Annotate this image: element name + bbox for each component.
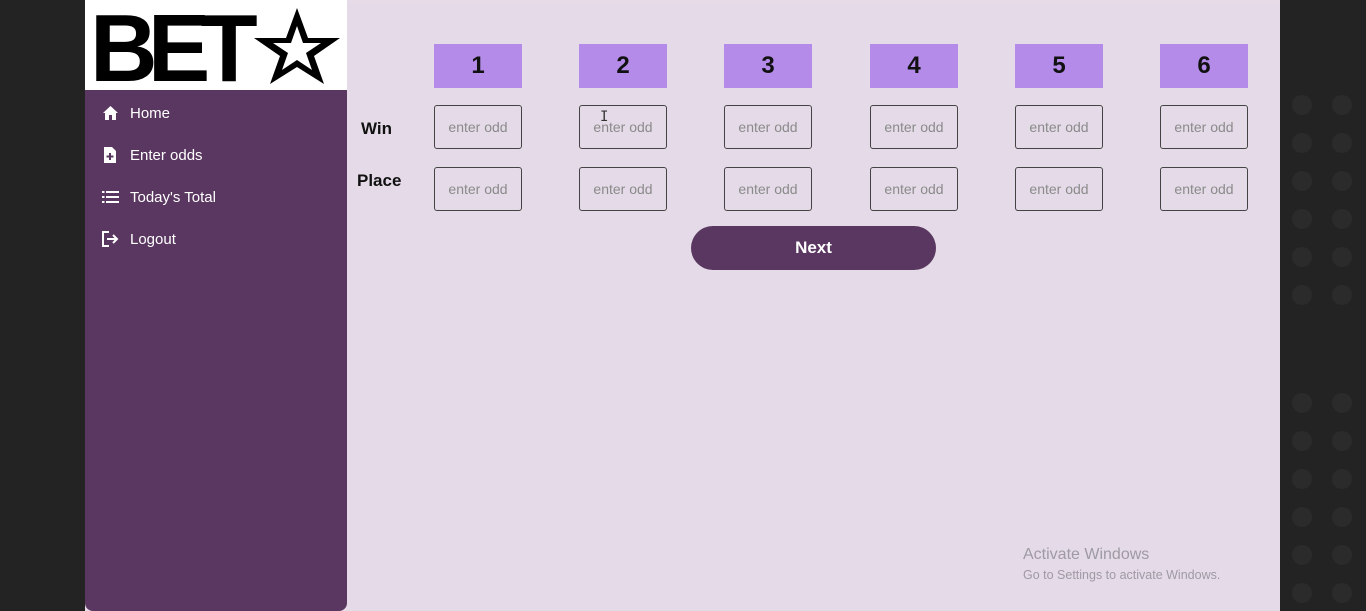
odds-panel: 1 2 3 4 5 6 Win Place Next I Activate Wi… — [347, 3, 1280, 611]
row-label-place: Place — [357, 171, 402, 190]
win-odd-input-6[interactable] — [1160, 105, 1248, 149]
place-odd-input-4[interactable] — [870, 167, 958, 211]
place-odd-input-5[interactable] — [1015, 167, 1103, 211]
sidebar: BET Home Enter odds Today's Total Logout — [85, 0, 347, 611]
win-odd-input-4[interactable] — [870, 105, 958, 149]
list-icon — [101, 188, 119, 206]
place-odd-input-2[interactable] — [579, 167, 667, 211]
sidebar-item-label: Logout — [130, 230, 176, 248]
win-odd-input-3[interactable] — [724, 105, 812, 149]
row-label-win: Win — [361, 119, 393, 138]
sidebar-item-logout[interactable]: Logout — [85, 218, 347, 260]
column-header-2: 2 — [579, 44, 667, 88]
windows-activation-watermark: Activate Windows Go to Settings to activ… — [1023, 546, 1220, 582]
sidebar-item-label: Today's Total — [130, 188, 216, 206]
column-header-3: 3 — [724, 44, 812, 88]
text-cursor-icon: I — [600, 109, 609, 125]
logo-text: BET — [90, 4, 257, 86]
watermark-title: Activate Windows — [1023, 546, 1150, 563]
background-window-right — [1280, 0, 1366, 611]
sidebar-item-todays-total[interactable]: Today's Total — [85, 176, 347, 218]
sidebar-nav: Home Enter odds Today's Total Logout — [85, 92, 347, 260]
column-header-5: 5 — [1015, 44, 1103, 88]
sidebar-item-label: Enter odds — [130, 146, 203, 164]
win-odd-input-1[interactable] — [434, 105, 522, 149]
home-icon — [101, 104, 119, 122]
column-header-1: 1 — [434, 44, 522, 88]
column-header-6: 6 — [1160, 44, 1248, 88]
star-icon: BET — [90, 4, 340, 86]
next-button[interactable]: Next — [691, 226, 936, 270]
app-window: BET Home Enter odds Today's Total Logout… — [85, 0, 1280, 611]
column-header-4: 4 — [870, 44, 958, 88]
place-odd-input-6[interactable] — [1160, 167, 1248, 211]
logout-icon — [101, 230, 119, 248]
sidebar-item-label: Home — [130, 104, 171, 122]
sidebar-item-home[interactable]: Home — [85, 92, 347, 134]
win-odd-input-2[interactable] — [579, 105, 667, 149]
win-odd-input-5[interactable] — [1015, 105, 1103, 149]
place-odd-input-1[interactable] — [434, 167, 522, 211]
file-plus-icon — [101, 146, 119, 164]
background-window-left — [0, 0, 85, 611]
sidebar-item-enter-odds[interactable]: Enter odds — [85, 134, 347, 176]
watermark-subtitle: Go to Settings to activate Windows. — [1023, 568, 1221, 582]
place-odd-input-3[interactable] — [724, 167, 812, 211]
logo: BET — [85, 0, 347, 90]
